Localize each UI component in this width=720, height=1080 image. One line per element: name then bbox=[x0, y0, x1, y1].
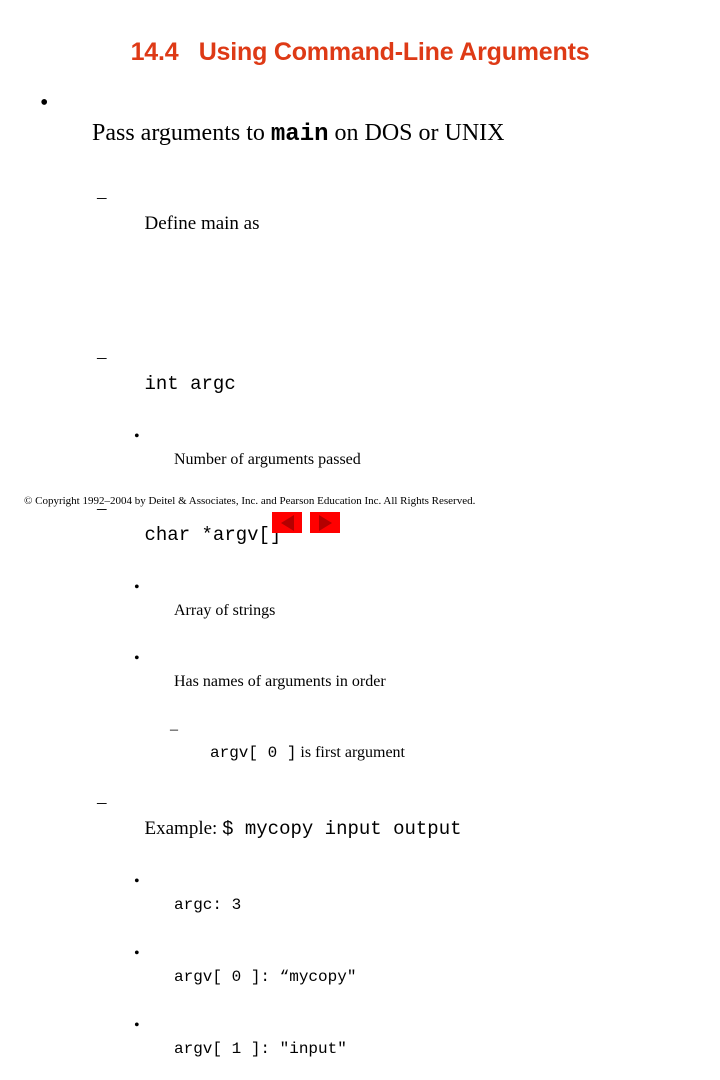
bullet-level3-number-of-arguments: • Number of arguments passed bbox=[0, 425, 720, 494]
bullet-text: Define main as bbox=[144, 213, 260, 234]
dash-glyph: – bbox=[97, 347, 107, 368]
dash-glyph: – bbox=[97, 187, 107, 208]
code-text: char *argv[] bbox=[144, 524, 282, 546]
slide-title: 14.4 Using Command-Line Arguments bbox=[130, 38, 590, 66]
code-text: argv[ 1 ]: "input" bbox=[174, 1040, 347, 1058]
dash-glyph: – bbox=[170, 721, 178, 738]
next-slide-button[interactable] bbox=[310, 512, 340, 533]
bullet-text: Array of strings bbox=[174, 602, 276, 619]
code-text: int argc bbox=[144, 373, 236, 395]
bullet-level3-array-of-strings: • Array of strings bbox=[0, 576, 720, 645]
bullet-text: Example: bbox=[144, 818, 223, 839]
previous-slide-button[interactable] bbox=[272, 512, 302, 533]
copyright-footer: © Copyright 1992–2004 by Deitel & Associ… bbox=[24, 495, 476, 507]
bullet-level3-has-names: • Has names of arguments in order bbox=[0, 647, 720, 716]
bullet-glyph: • bbox=[134, 873, 140, 890]
forward-arrow-icon bbox=[318, 514, 332, 531]
bullet-glyph: • bbox=[134, 945, 140, 962]
bullet-level2-define-main: – Define main as bbox=[0, 185, 720, 263]
bullet-text: Has names of arguments in order bbox=[174, 673, 386, 690]
code-text: $ mycopy input output bbox=[222, 818, 462, 840]
bullet-glyph: • bbox=[40, 90, 49, 116]
bullet-text: is first argument bbox=[296, 744, 405, 761]
bullet-glyph: • bbox=[134, 1017, 140, 1034]
slide-navigation bbox=[272, 512, 448, 536]
bullet-level4-argv0-first: – argv[ 0 ] is first argument bbox=[0, 718, 720, 788]
bullet-level2-example: – Example: $ mycopy input output bbox=[0, 790, 720, 868]
code-line-main-signature bbox=[0, 265, 720, 342]
back-arrow-icon bbox=[280, 514, 294, 531]
bullet-glyph: • bbox=[134, 579, 140, 596]
dash-glyph: – bbox=[97, 792, 107, 813]
bullet-level2-int-argc: – int argc bbox=[0, 345, 720, 423]
inline-code-main: main bbox=[270, 121, 329, 148]
code-text: argv[ 0 ] bbox=[210, 744, 297, 762]
bullet-text-part1: Pass arguments to bbox=[92, 120, 271, 146]
bullet-text: Number of arguments passed bbox=[174, 451, 361, 468]
bullet-level3-argc-value: • argc: 3 bbox=[0, 870, 720, 940]
slide-body: • Pass arguments to main on DOS or UNIX –… bbox=[0, 88, 720, 1080]
code-text: argc: 3 bbox=[174, 896, 242, 914]
bullet-glyph: • bbox=[134, 650, 140, 667]
bullet-level1-pass-arguments: • Pass arguments to main on DOS or UNIX bbox=[0, 88, 720, 180]
code-text: argv[ 0 ]: “mycopy" bbox=[174, 968, 357, 986]
bullet-glyph: • bbox=[134, 428, 140, 445]
bullet-text-part2: on DOS or UNIX bbox=[328, 120, 505, 146]
bullet-level3-argv1-value: • argv[ 1 ]: "input" bbox=[0, 1014, 720, 1080]
slide: 14.4 Using Command-Line Arguments • Pass … bbox=[0, 0, 720, 1058]
bullet-level3-argv0-value: • argv[ 0 ]: “mycopy" bbox=[0, 942, 720, 1012]
